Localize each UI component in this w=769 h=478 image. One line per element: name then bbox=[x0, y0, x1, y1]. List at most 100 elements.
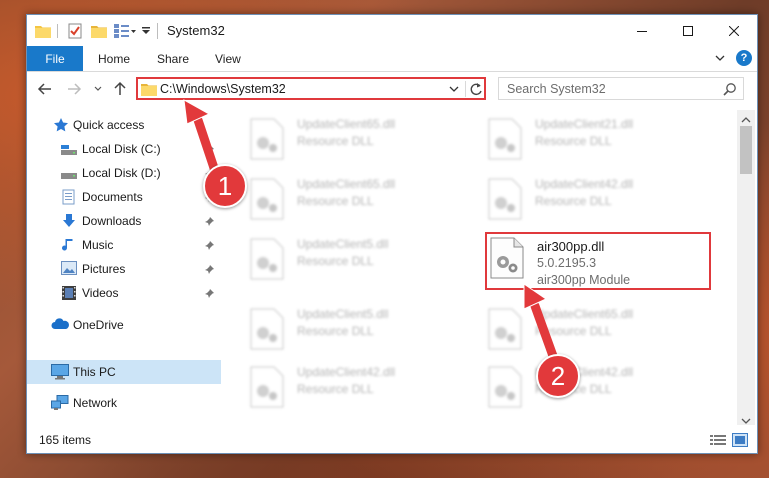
search-input[interactable] bbox=[507, 81, 717, 96]
file-explorer-window: System32 File Home Share View ? C:\Windo… bbox=[26, 14, 758, 454]
tab-home[interactable]: Home bbox=[98, 46, 130, 71]
sidebar-item-network[interactable]: Network bbox=[27, 391, 221, 415]
network-icon bbox=[51, 395, 69, 411]
step-badge-2: 2 bbox=[536, 354, 580, 398]
dll-file-icon bbox=[490, 237, 524, 279]
refresh-icon[interactable] bbox=[465, 81, 485, 97]
sidebar-item-pictures[interactable]: Pictures bbox=[27, 257, 221, 281]
drive-icon bbox=[61, 142, 77, 158]
list-item[interactable]: UpdateClient65.dll Resource DLL bbox=[249, 115, 479, 165]
list-item[interactable]: UpdateClient5.dll Resource DLL bbox=[249, 235, 479, 285]
list-item[interactable]: UpdateClient65.dll Resource DLL bbox=[487, 305, 717, 355]
properties-check-icon[interactable] bbox=[67, 22, 83, 40]
file-version: 5.0.2195.3 bbox=[537, 256, 597, 270]
list-item[interactable]: UpdateClient5.dll Resource DLL bbox=[249, 305, 479, 355]
sidebar-item-documents[interactable]: Documents bbox=[27, 185, 221, 209]
sidebar-item-label: Music bbox=[82, 238, 114, 252]
search-icon[interactable] bbox=[723, 82, 737, 96]
tab-file[interactable]: File bbox=[27, 46, 83, 71]
pin-icon[interactable] bbox=[205, 240, 215, 250]
large-icons-view-icon[interactable] bbox=[732, 433, 748, 447]
title-bar: System32 bbox=[27, 15, 757, 46]
sidebar-item-local-disk-d[interactable]: Local Disk (D:) bbox=[27, 161, 221, 185]
sidebar-item-label: Pictures bbox=[82, 262, 126, 276]
sidebar-item-label: Network bbox=[73, 396, 118, 410]
back-arrow-icon[interactable] bbox=[36, 80, 54, 98]
list-item[interactable]: UpdateClient65.dll Resource DLL bbox=[249, 175, 479, 225]
dll-file-icon bbox=[488, 366, 522, 408]
drive-icon bbox=[61, 166, 77, 182]
tab-share[interactable]: Share bbox=[157, 46, 189, 71]
pictures-icon bbox=[61, 261, 77, 277]
details-view-icon[interactable] bbox=[710, 434, 726, 446]
film-icon bbox=[61, 285, 77, 301]
scroll-down-icon[interactable] bbox=[741, 414, 751, 424]
file-name: UpdateClient65.dll bbox=[297, 177, 396, 191]
new-folder-icon[interactable] bbox=[91, 22, 107, 40]
file-description: Resource DLL bbox=[535, 324, 612, 338]
pin-icon[interactable] bbox=[205, 144, 215, 154]
file-name: UpdateClient65.dll bbox=[297, 117, 396, 131]
ribbon: File Home Share View ? bbox=[27, 46, 757, 72]
file-name: UpdateClient42.dll bbox=[535, 177, 634, 191]
search-box[interactable] bbox=[498, 77, 744, 100]
download-icon bbox=[61, 213, 77, 229]
pin-icon[interactable] bbox=[205, 216, 215, 226]
dll-file-icon bbox=[488, 118, 522, 160]
forward-arrow-icon[interactable] bbox=[65, 80, 83, 98]
dll-file-icon bbox=[250, 366, 284, 408]
chevron-down-icon[interactable] bbox=[141, 22, 151, 40]
sidebar-item-onedrive[interactable]: OneDrive bbox=[27, 313, 221, 337]
file-description: Resource DLL bbox=[297, 134, 374, 148]
close-button[interactable] bbox=[711, 15, 757, 46]
address-path[interactable]: C:\Windows\System32 bbox=[160, 82, 286, 96]
sidebar-item-downloads[interactable]: Downloads bbox=[27, 209, 221, 233]
tab-view[interactable]: View bbox=[215, 46, 241, 71]
file-description: Resource DLL bbox=[297, 254, 374, 268]
documents-icon bbox=[61, 189, 77, 205]
sidebar-item-label: Downloads bbox=[82, 214, 142, 228]
step-badge-1: 1 bbox=[203, 164, 247, 208]
pin-icon[interactable] bbox=[205, 264, 215, 274]
target-file-item[interactable]: air300pp.dll 5.0.2195.3 air300pp Module bbox=[489, 234, 719, 287]
file-name: air300pp.dll bbox=[537, 239, 605, 254]
sidebar-item-label: This PC bbox=[73, 365, 116, 379]
customize-icon[interactable] bbox=[113, 22, 137, 40]
status-bar: 165 items bbox=[27, 427, 757, 453]
sidebar-item-music[interactable]: Music bbox=[27, 233, 221, 257]
sidebar-item-quick-access[interactable]: Quick access bbox=[27, 113, 221, 137]
dll-file-icon bbox=[250, 238, 284, 280]
computer-icon bbox=[51, 364, 69, 380]
music-note-icon bbox=[61, 237, 77, 253]
recent-locations-icon[interactable] bbox=[93, 83, 103, 95]
chevron-down-icon[interactable] bbox=[448, 83, 460, 95]
sidebar-item-local-disk-c[interactable]: Local Disk (C:) bbox=[27, 137, 221, 161]
sidebar-item-videos[interactable]: Videos bbox=[27, 281, 221, 305]
dll-file-icon bbox=[488, 308, 522, 350]
sidebar-item-label: Documents bbox=[82, 190, 143, 204]
expand-ribbon-icon[interactable] bbox=[714, 52, 726, 64]
navigation-bar: C:\Windows\System32 bbox=[27, 72, 757, 106]
vertical-scrollbar[interactable] bbox=[737, 110, 755, 425]
list-item[interactable]: UpdateClient42.dll Resource DLL bbox=[487, 363, 717, 413]
file-name: UpdateClient65.dll bbox=[535, 307, 634, 321]
scroll-thumb[interactable] bbox=[740, 126, 752, 174]
up-arrow-icon[interactable] bbox=[111, 80, 129, 98]
sidebar-item-this-pc[interactable]: This PC bbox=[27, 360, 221, 384]
scroll-up-icon[interactable] bbox=[741, 113, 751, 123]
dll-file-icon bbox=[250, 308, 284, 350]
address-bar[interactable]: C:\Windows\System32 bbox=[136, 77, 486, 100]
help-icon[interactable]: ? bbox=[736, 50, 752, 66]
window-title: System32 bbox=[167, 23, 225, 38]
pin-icon[interactable] bbox=[205, 288, 215, 298]
list-item[interactable]: UpdateClient42.dll Resource DLL bbox=[249, 363, 479, 413]
maximize-button[interactable] bbox=[665, 15, 711, 46]
list-item[interactable]: UpdateClient42.dll Resource DLL bbox=[487, 175, 717, 225]
file-description: Resource DLL bbox=[297, 194, 374, 208]
list-item[interactable]: UpdateClient21.dll Resource DLL bbox=[487, 115, 717, 165]
minimize-button[interactable] bbox=[619, 15, 665, 46]
sidebar-item-label: Quick access bbox=[73, 118, 145, 132]
folder-icon bbox=[141, 82, 157, 96]
file-description: Resource DLL bbox=[297, 382, 374, 396]
file-name: UpdateClient5.dll bbox=[297, 307, 389, 321]
